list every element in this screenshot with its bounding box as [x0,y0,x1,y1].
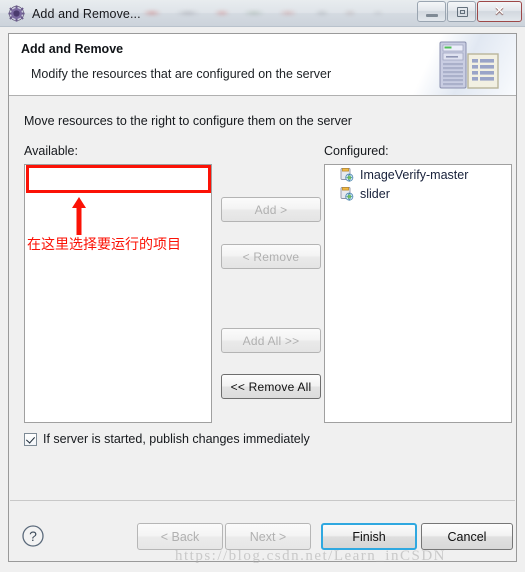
list-item-label: ImageVerify-master [360,167,469,182]
close-button[interactable]: ✕ [477,1,522,22]
restore-icon [457,7,468,17]
window-controls: ✕ [416,1,522,22]
annotation-text: 在这里选择要运行的项目 [27,237,181,253]
footer-separator [10,500,515,501]
project-module-icon [339,186,354,201]
help-button[interactable]: ? [21,524,45,548]
available-label: Available: [24,144,78,158]
list-item[interactable]: ImageVerify-master [325,165,511,184]
next-button[interactable]: Next > [225,523,311,550]
publish-immediately-row[interactable]: If server is started, publish changes im… [24,432,310,446]
remove-all-button[interactable]: << Remove All [221,374,321,399]
window-title: Add and Remove... [32,6,141,21]
finish-button[interactable]: Finish [321,523,417,550]
dialog-frame: Add and Remove Modify the resources that… [8,33,517,562]
server-and-document-icon [432,40,508,90]
svg-text:?: ? [29,528,37,544]
annotation-highlight-box [26,165,211,193]
blurred-title-region [136,4,406,21]
title-bar-left: Add and Remove... [8,3,141,24]
banner-subtitle: Modify the resources that are configured… [31,67,332,81]
configured-label: Configured: [324,144,389,158]
add-and-remove-dialog: Add and Remove... ✕ Add and Remove Modif… [0,0,525,572]
back-button[interactable]: < Back [137,523,223,550]
gear-icon [8,5,25,22]
publish-immediately-checkbox[interactable] [24,432,37,446]
instruction-text: Move resources to the right to configure… [24,114,352,128]
available-list[interactable] [24,164,212,423]
dialog-body: Add and Remove Modify the resources that… [0,27,525,572]
add-button[interactable]: Add > [221,197,321,222]
minimize-button[interactable] [417,1,446,22]
project-module-icon [339,167,354,182]
list-item-label: slider [360,186,390,201]
minimize-icon [426,14,438,17]
banner-title: Add and Remove [21,42,124,56]
cancel-button[interactable]: Cancel [421,523,513,550]
title-bar: Add and Remove... ✕ [0,0,525,27]
close-icon: ✕ [494,4,505,19]
annotation-arrow-icon [71,197,87,235]
publish-immediately-label: If server is started, publish changes im… [43,432,310,446]
add-all-button[interactable]: Add All >> [221,328,321,353]
maximize-button[interactable] [447,1,476,22]
remove-button[interactable]: < Remove [221,244,321,269]
configured-list[interactable]: ImageVerify-master slider [324,164,512,423]
wizard-banner: Add and Remove Modify the resources that… [9,34,516,96]
list-item[interactable]: slider [325,184,511,203]
